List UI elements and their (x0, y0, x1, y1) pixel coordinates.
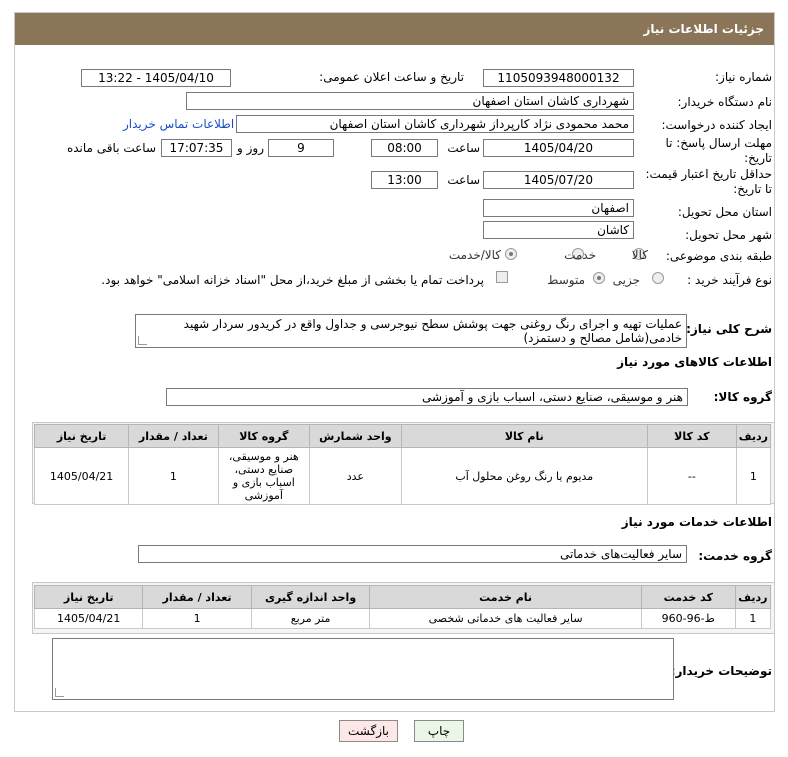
services-cell-code: ط-96-960 (640, 608, 736, 629)
goods-col-code: کد کالا (646, 424, 737, 448)
need-number-label: شماره نیاز: (715, 70, 772, 84)
services-cell-row: 1 (734, 608, 772, 629)
reply-date-field[interactable]: 1405/04/20 (483, 139, 634, 157)
table-row: 1 ط-96-960 سایر فعالیت های خدماتی شخصی م… (33, 608, 772, 629)
services-col-unit: واحد اندازه گیری (250, 585, 371, 609)
goods-table: ردیف کد کالا نام کالا واحد شمارش گروه کا… (33, 424, 772, 505)
table-row: 1 -- مدیوم یا رنگ روغن محلول آب عدد هنر … (33, 447, 772, 505)
days-label: روز و (237, 141, 264, 155)
goods-section-title: اطلاعات کالاهای مورد نیاز (617, 355, 772, 369)
delivery-city-label: شهر محل تحویل: (685, 228, 772, 242)
process-medium-radio[interactable] (593, 272, 605, 284)
services-cell-date: 1405/04/21 (33, 608, 144, 629)
services-cell-name: سایر فعالیت های خدماتی شخصی (369, 608, 642, 629)
goods-col-row: ردیف (735, 424, 772, 448)
remaining-time-field[interactable]: 17:07:35 (161, 139, 232, 157)
goods-cell-date: 1405/04/21 (33, 447, 130, 505)
creator-field[interactable]: محمد محمودی نژاد کارپرداز شهرداری کاشان … (236, 115, 634, 133)
reply-deadline-label-2: تاریخ: (744, 151, 772, 165)
goods-cell-name: مدیوم یا رنگ روغن محلول آب (400, 447, 648, 505)
buyer-org-label: نام دستگاه خریدار: (677, 95, 773, 109)
goods-cell-qty: 1 (128, 447, 219, 505)
goods-group-field[interactable]: هنر و موسیقی، صنایع دستی، اسباب بازی و آ… (166, 388, 688, 406)
creator-label: ایجاد کننده درخواست: (661, 118, 772, 132)
price-validity-label-1: حداقل تاریخ اعتبار قیمت: (645, 167, 772, 181)
resize-handle-icon[interactable] (55, 688, 64, 697)
back-button[interactable]: بازگشت (339, 720, 398, 742)
services-table: ردیف کد خدمت نام خدمت واحد اندازه گیری ت… (33, 585, 772, 629)
goods-cell-code: -- (646, 447, 737, 505)
reply-time-label: ساعت (447, 141, 480, 155)
category-goods-service-label: کالا/خدمت (448, 248, 501, 262)
buyer-notes-label: توضیحات خریدار: (670, 664, 772, 678)
delivery-city-field[interactable]: کاشان (483, 221, 634, 239)
process-minor-radio[interactable] (652, 272, 664, 284)
need-number-field[interactable]: 1105093948000132 (483, 69, 634, 87)
services-cell-qty: 1 (142, 608, 252, 629)
services-col-qty: تعداد / مقدار (142, 585, 252, 609)
buyer-contact-link[interactable]: اطلاعات تماس خریدار (123, 117, 234, 131)
services-cell-unit: متر مربع (250, 608, 371, 629)
remaining-days-field[interactable]: 9 (268, 139, 334, 157)
goods-col-name: نام کالا (400, 424, 648, 448)
goods-group-label: گروه کالا: (713, 390, 772, 404)
services-group-label: گروه خدمت: (698, 549, 772, 563)
general-description-text: عملیات تهیه و اجرای رنگ روغنی جهت پوشش س… (183, 317, 682, 345)
price-validity-time-field[interactable]: 13:00 (371, 171, 438, 189)
announce-datetime-label: تاریخ و ساعت اعلان عمومی: (319, 70, 464, 84)
process-minor-label: جزیی (612, 273, 640, 287)
services-col-row: ردیف (734, 585, 772, 609)
goods-cell-row: 1 (735, 447, 772, 505)
price-validity-date-field[interactable]: 1405/07/20 (483, 171, 634, 189)
goods-col-qty: تعداد / مقدار (128, 424, 219, 448)
services-group-field[interactable]: سایر فعالیت‌های خدماتی (138, 545, 687, 563)
announce-datetime-field[interactable]: 1405/04/10 - 13:22 (81, 69, 231, 87)
subject-category-label: طبقه بندی موضوعی: (665, 249, 772, 263)
price-validity-time-label: ساعت (447, 173, 480, 187)
print-button[interactable]: چاپ (414, 720, 464, 742)
category-goods-label: کالا (631, 248, 648, 262)
goods-cell-group: هنر و موسیقی، صنایع دستی، اسباب بازی و آ… (217, 447, 311, 505)
general-description-textarea[interactable]: عملیات تهیه و اجرای رنگ روغنی جهت پوشش س… (135, 314, 687, 348)
category-service-label: خدمت (564, 248, 596, 262)
buyer-notes-textarea[interactable] (52, 638, 674, 700)
panel-title: جزئیات اطلاعات نیاز (15, 13, 774, 45)
services-col-date: تاریخ نیاز (33, 585, 144, 609)
services-col-name: نام خدمت (369, 585, 642, 609)
purchase-process-label: نوع فرآیند خرید : (687, 273, 772, 287)
services-section-title: اطلاعات خدمات مورد نیاز (621, 515, 772, 529)
reply-deadline-label-1: مهلت ارسال پاسخ: تا (665, 136, 772, 150)
delivery-province-label: استان محل تحویل: (677, 205, 772, 219)
remaining-time-label: ساعت باقی مانده (66, 141, 156, 155)
goods-col-group: گروه کالا (217, 424, 311, 448)
treasury-payment-checkbox[interactable] (496, 271, 508, 283)
buyer-org-field[interactable]: شهرداری کاشان استان اصفهان (186, 92, 634, 110)
treasury-payment-note: پرداخت تمام یا بخشی از مبلغ خرید،از محل … (101, 273, 484, 287)
resize-handle-icon[interactable] (138, 336, 147, 345)
services-col-code: کد خدمت (640, 585, 736, 609)
price-validity-label-2: تا تاریخ: (733, 182, 772, 196)
category-goods-service-radio[interactable] (505, 248, 517, 260)
process-medium-label: متوسط (547, 273, 585, 287)
reply-time-field[interactable]: 08:00 (371, 139, 438, 157)
general-description-label: شرح کلی نیاز: (686, 322, 772, 336)
goods-cell-unit: عدد (309, 447, 402, 505)
goods-col-date: تاریخ نیاز (33, 424, 130, 448)
goods-col-unit: واحد شمارش (309, 424, 402, 448)
delivery-province-field[interactable]: اصفهان (483, 199, 634, 217)
